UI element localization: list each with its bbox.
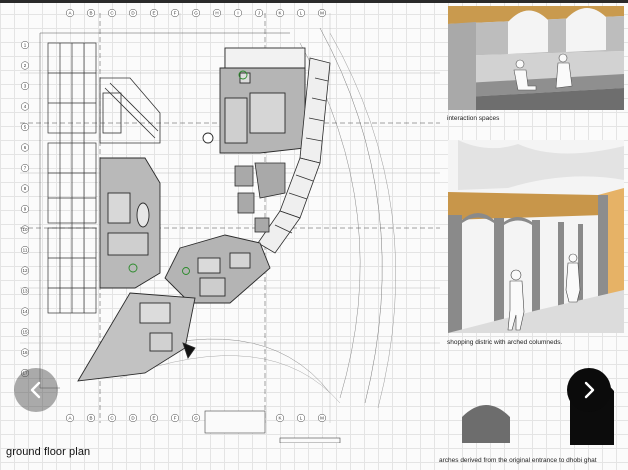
grid-column-label: E (152, 11, 155, 16)
grid-column-label: F (174, 416, 177, 421)
interaction-spaces-render (448, 6, 624, 110)
plan-title: ground floor plan (6, 446, 91, 458)
chevron-right-icon (584, 381, 595, 399)
grid-column-label: K (278, 11, 281, 16)
grid-row-label: 15 (22, 330, 28, 335)
grid-column-label: A (68, 11, 71, 16)
shopping-district-render (448, 140, 624, 333)
grid-column-label: B (89, 11, 92, 16)
grid-column-label: K (278, 416, 281, 421)
arches-caption: arches derived from the original entranc… (439, 457, 597, 464)
grid-column-label: F (174, 11, 177, 16)
grid-row-label: 12 (22, 268, 28, 273)
arch-shape-grey (462, 405, 510, 443)
grid-column-label: M (320, 416, 324, 421)
shopping-district-caption: shopping distric with arched columneds. (447, 339, 563, 346)
grid-column-label: E (152, 416, 155, 421)
grid-column-label: M (320, 11, 324, 16)
ground-floor-plan-drawing: AABBCCDDEEFFGGHHIIJJKKLLMM12345678910111… (20, 8, 440, 443)
interaction-spaces-caption: interaction spaces (447, 115, 500, 122)
grid-column-label: H (215, 11, 218, 16)
next-slide-button[interactable] (567, 368, 611, 412)
grid-column-label: A (68, 416, 71, 421)
grid-column-label: J (258, 11, 260, 16)
chevron-left-icon (30, 381, 41, 399)
grid-row-label: 14 (22, 309, 28, 314)
grid-column-label: G (194, 11, 198, 16)
grid-column-label: I (237, 11, 238, 16)
grid-row-label: 11 (23, 248, 28, 253)
grid-column-label: G (194, 416, 198, 421)
grid-row-label: 16 (22, 350, 28, 355)
grid-column-label: B (89, 416, 92, 421)
grid-row-label: 13 (22, 289, 28, 294)
previous-slide-button[interactable] (14, 368, 58, 412)
